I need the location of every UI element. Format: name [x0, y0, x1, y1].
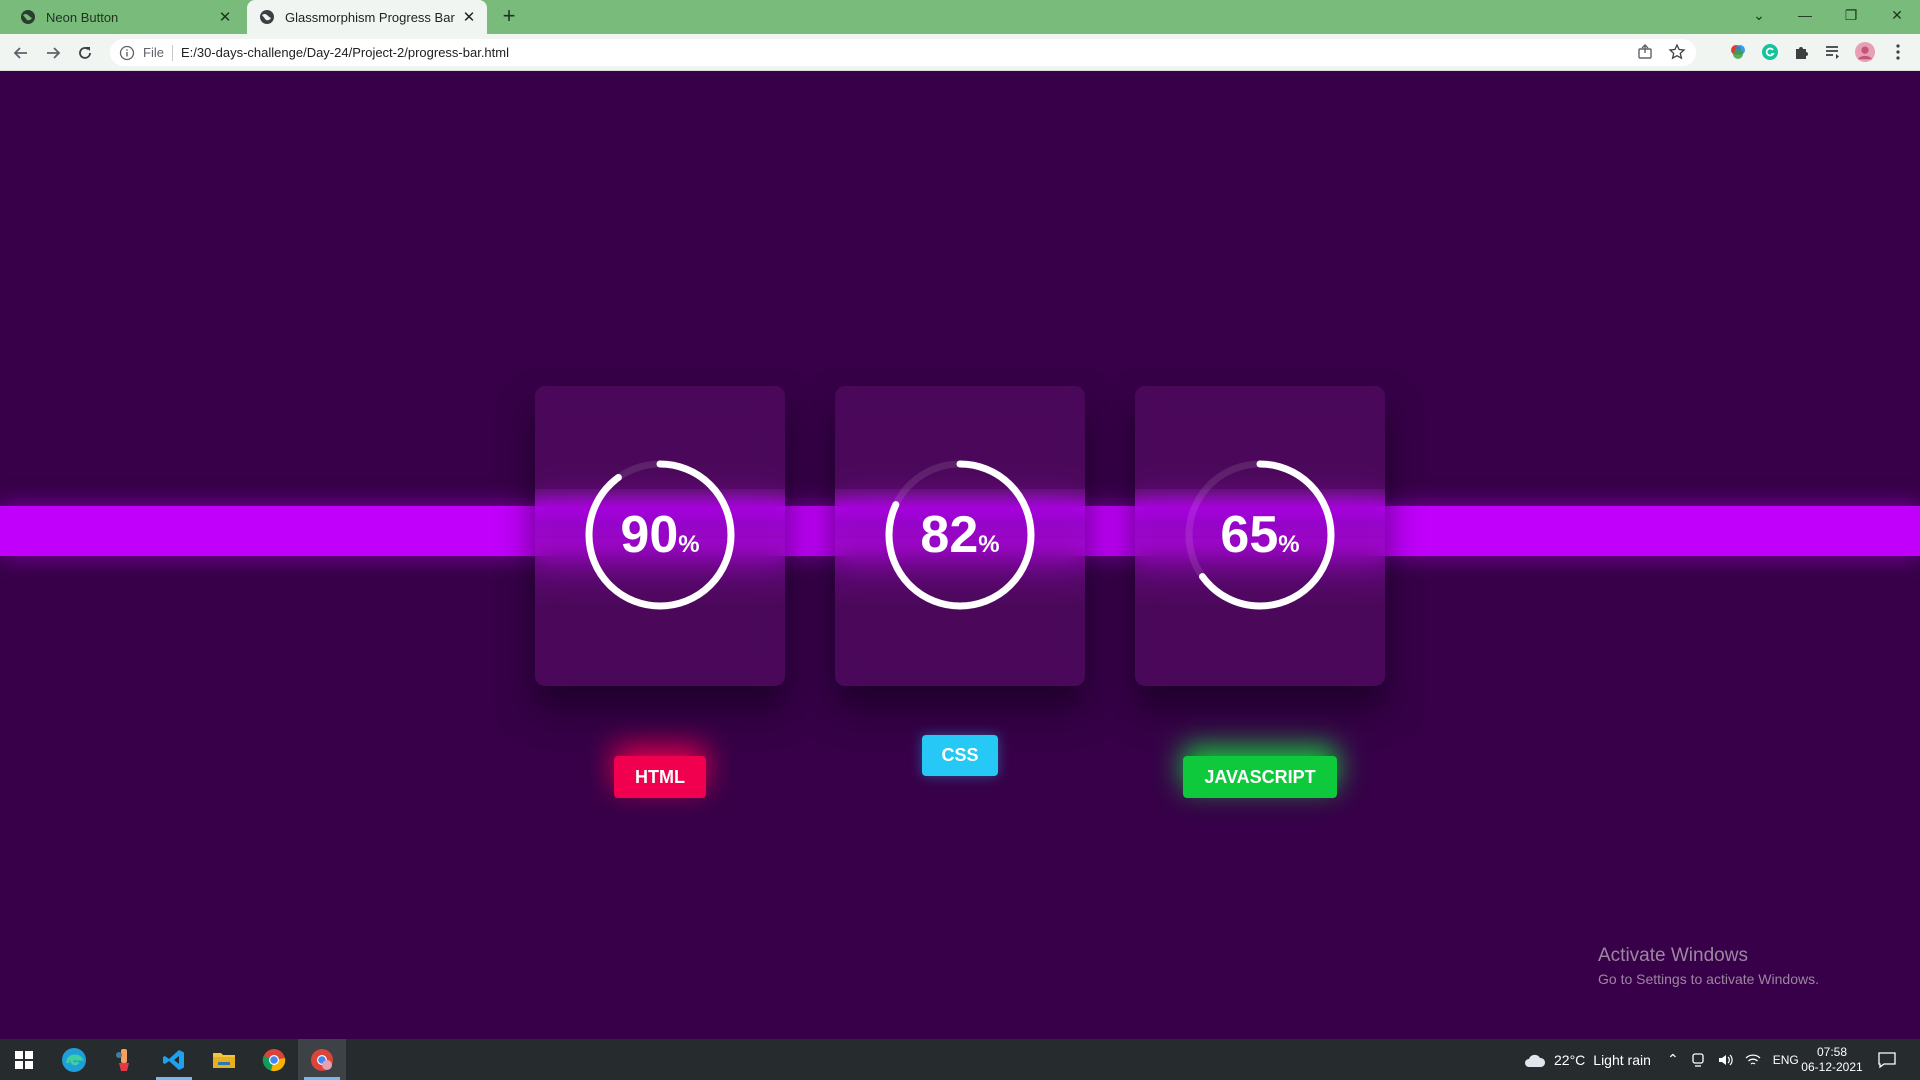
percentage-value: 90 [620, 506, 679, 564]
extensions-puzzle-icon[interactable] [1792, 42, 1812, 62]
weather-temperature: 22°C [1554, 1051, 1586, 1068]
chrome-icon [262, 1048, 286, 1071]
cloud-icon [1525, 1054, 1546, 1067]
close-tab-icon[interactable]: ✕ [215, 8, 235, 26]
progress-card-html: 90 % [535, 386, 785, 686]
reload-button[interactable] [72, 40, 98, 66]
weather-widget[interactable]: 22°C Light rain [1524, 1039, 1651, 1080]
address-bar[interactable]: File E:/30-days-challenge/Day-24/Project… [110, 39, 1696, 66]
activate-windows-watermark: Activate Windows Go to Settings to activ… [1598, 945, 1819, 987]
taskbar-chrome[interactable] [250, 1039, 298, 1080]
percentage-display: 65 % [1135, 460, 1385, 610]
percentage-value: 65 [1220, 506, 1279, 564]
meet-now-icon[interactable] [1691, 1052, 1705, 1068]
url-text[interactable]: E:/30-days-challenge/Day-24/Project-2/pr… [181, 45, 509, 60]
percent-sign: % [1278, 531, 1300, 558]
progress-card-javascript: 65 % [1135, 386, 1385, 686]
system-tray-icons: ⌃ ENG [1667, 1039, 1799, 1080]
windows-taskbar: 22°C Light rain ⌃ ENG 07:58 06-12-2021 [0, 1039, 1920, 1080]
url-scheme: File [143, 45, 164, 60]
arrow-left-icon [13, 47, 27, 59]
paint-brush-icon [116, 1048, 129, 1071]
omnibox-actions [1636, 43, 1686, 61]
percentage-display: 82 % [835, 460, 1085, 610]
taskbar-file-explorer[interactable] [200, 1039, 248, 1080]
info-icon[interactable] [119, 45, 135, 61]
minimize-button[interactable]: — [1782, 0, 1828, 30]
taskbar-vscode[interactable] [150, 1039, 198, 1080]
volume-icon[interactable] [1717, 1052, 1733, 1068]
taskbar-clock[interactable]: 07:58 06-12-2021 [1796, 1045, 1868, 1075]
watermark-subtitle: Go to Settings to activate Windows. [1598, 971, 1819, 987]
restore-button[interactable]: ❐ [1828, 0, 1874, 30]
tab-search-icon[interactable]: ⌄ [1736, 0, 1782, 30]
percent-sign: % [978, 531, 1000, 558]
javascript-label-badge[interactable]: JAVASCRIPT [1183, 756, 1337, 798]
clock-date: 06-12-2021 [1801, 1060, 1863, 1074]
windows-logo-icon [15, 1050, 33, 1069]
bookmark-star-icon[interactable] [1668, 43, 1686, 61]
color-picker-extension-icon[interactable] [1728, 42, 1748, 62]
percentage-display: 90 % [535, 460, 785, 610]
weather-condition: Light rain [1593, 1051, 1651, 1068]
divider [171, 44, 173, 61]
progress-card-css: 82 % [835, 386, 1085, 686]
grammarly-extension-icon[interactable] [1760, 42, 1780, 62]
percent-sign: % [678, 531, 700, 558]
notification-center-button[interactable] [1878, 1039, 1896, 1080]
arrow-right-icon [47, 47, 61, 59]
language-indicator[interactable]: ENG [1773, 1053, 1799, 1067]
tab-glassmorphism-progress-bar[interactable]: Glassmorphism Progress Bar ✕ [247, 0, 487, 34]
folder-icon [213, 1052, 235, 1068]
new-tab-button[interactable]: + [496, 5, 522, 29]
notification-icon [1878, 1051, 1896, 1068]
reload-icon [79, 47, 91, 59]
browser-menu-icon[interactable] [1888, 42, 1908, 62]
edge-icon [62, 1047, 86, 1072]
share-icon[interactable] [1636, 43, 1654, 61]
watermark-title: Activate Windows [1598, 945, 1748, 966]
taskbar-paint[interactable] [100, 1039, 148, 1080]
forward-button[interactable] [40, 40, 66, 66]
page-viewport: 90 % 82 % 65 % HTML CSS JAVASCRIPT Activ… [0, 71, 1920, 1039]
taskbar-edge[interactable] [50, 1039, 98, 1080]
clock-time: 07:58 [1816, 1045, 1848, 1059]
wifi-icon[interactable] [1745, 1053, 1761, 1067]
windows-start-button[interactable] [0, 1039, 48, 1080]
globe-icon [260, 10, 274, 24]
globe-icon [21, 10, 35, 24]
chrome-profile-icon [311, 1048, 333, 1071]
tab-strip: Neon Button ✕ Glassmorphism Progress Bar… [0, 0, 1920, 34]
reading-list-icon[interactable] [1823, 42, 1843, 62]
percentage-value: 82 [920, 506, 979, 564]
tab-title: Glassmorphism Progress Bar [285, 9, 455, 25]
css-label-badge[interactable]: CSS [922, 735, 998, 776]
chevron-up-icon[interactable]: ⌃ [1667, 1051, 1679, 1068]
taskbar-chrome-profile[interactable] [298, 1039, 346, 1080]
close-window-button[interactable]: ✕ [1874, 0, 1920, 30]
tab-title: Neon Button [46, 9, 119, 25]
back-button[interactable] [8, 40, 34, 66]
close-tab-icon[interactable]: ✕ [459, 8, 479, 26]
tab-neon-button[interactable]: Neon Button ✕ [8, 0, 243, 34]
vscode-icon [163, 1049, 184, 1070]
html-label-badge[interactable]: HTML [614, 756, 706, 798]
browser-toolbar: File E:/30-days-challenge/Day-24/Project… [0, 34, 1920, 71]
profile-avatar[interactable] [1855, 42, 1875, 62]
